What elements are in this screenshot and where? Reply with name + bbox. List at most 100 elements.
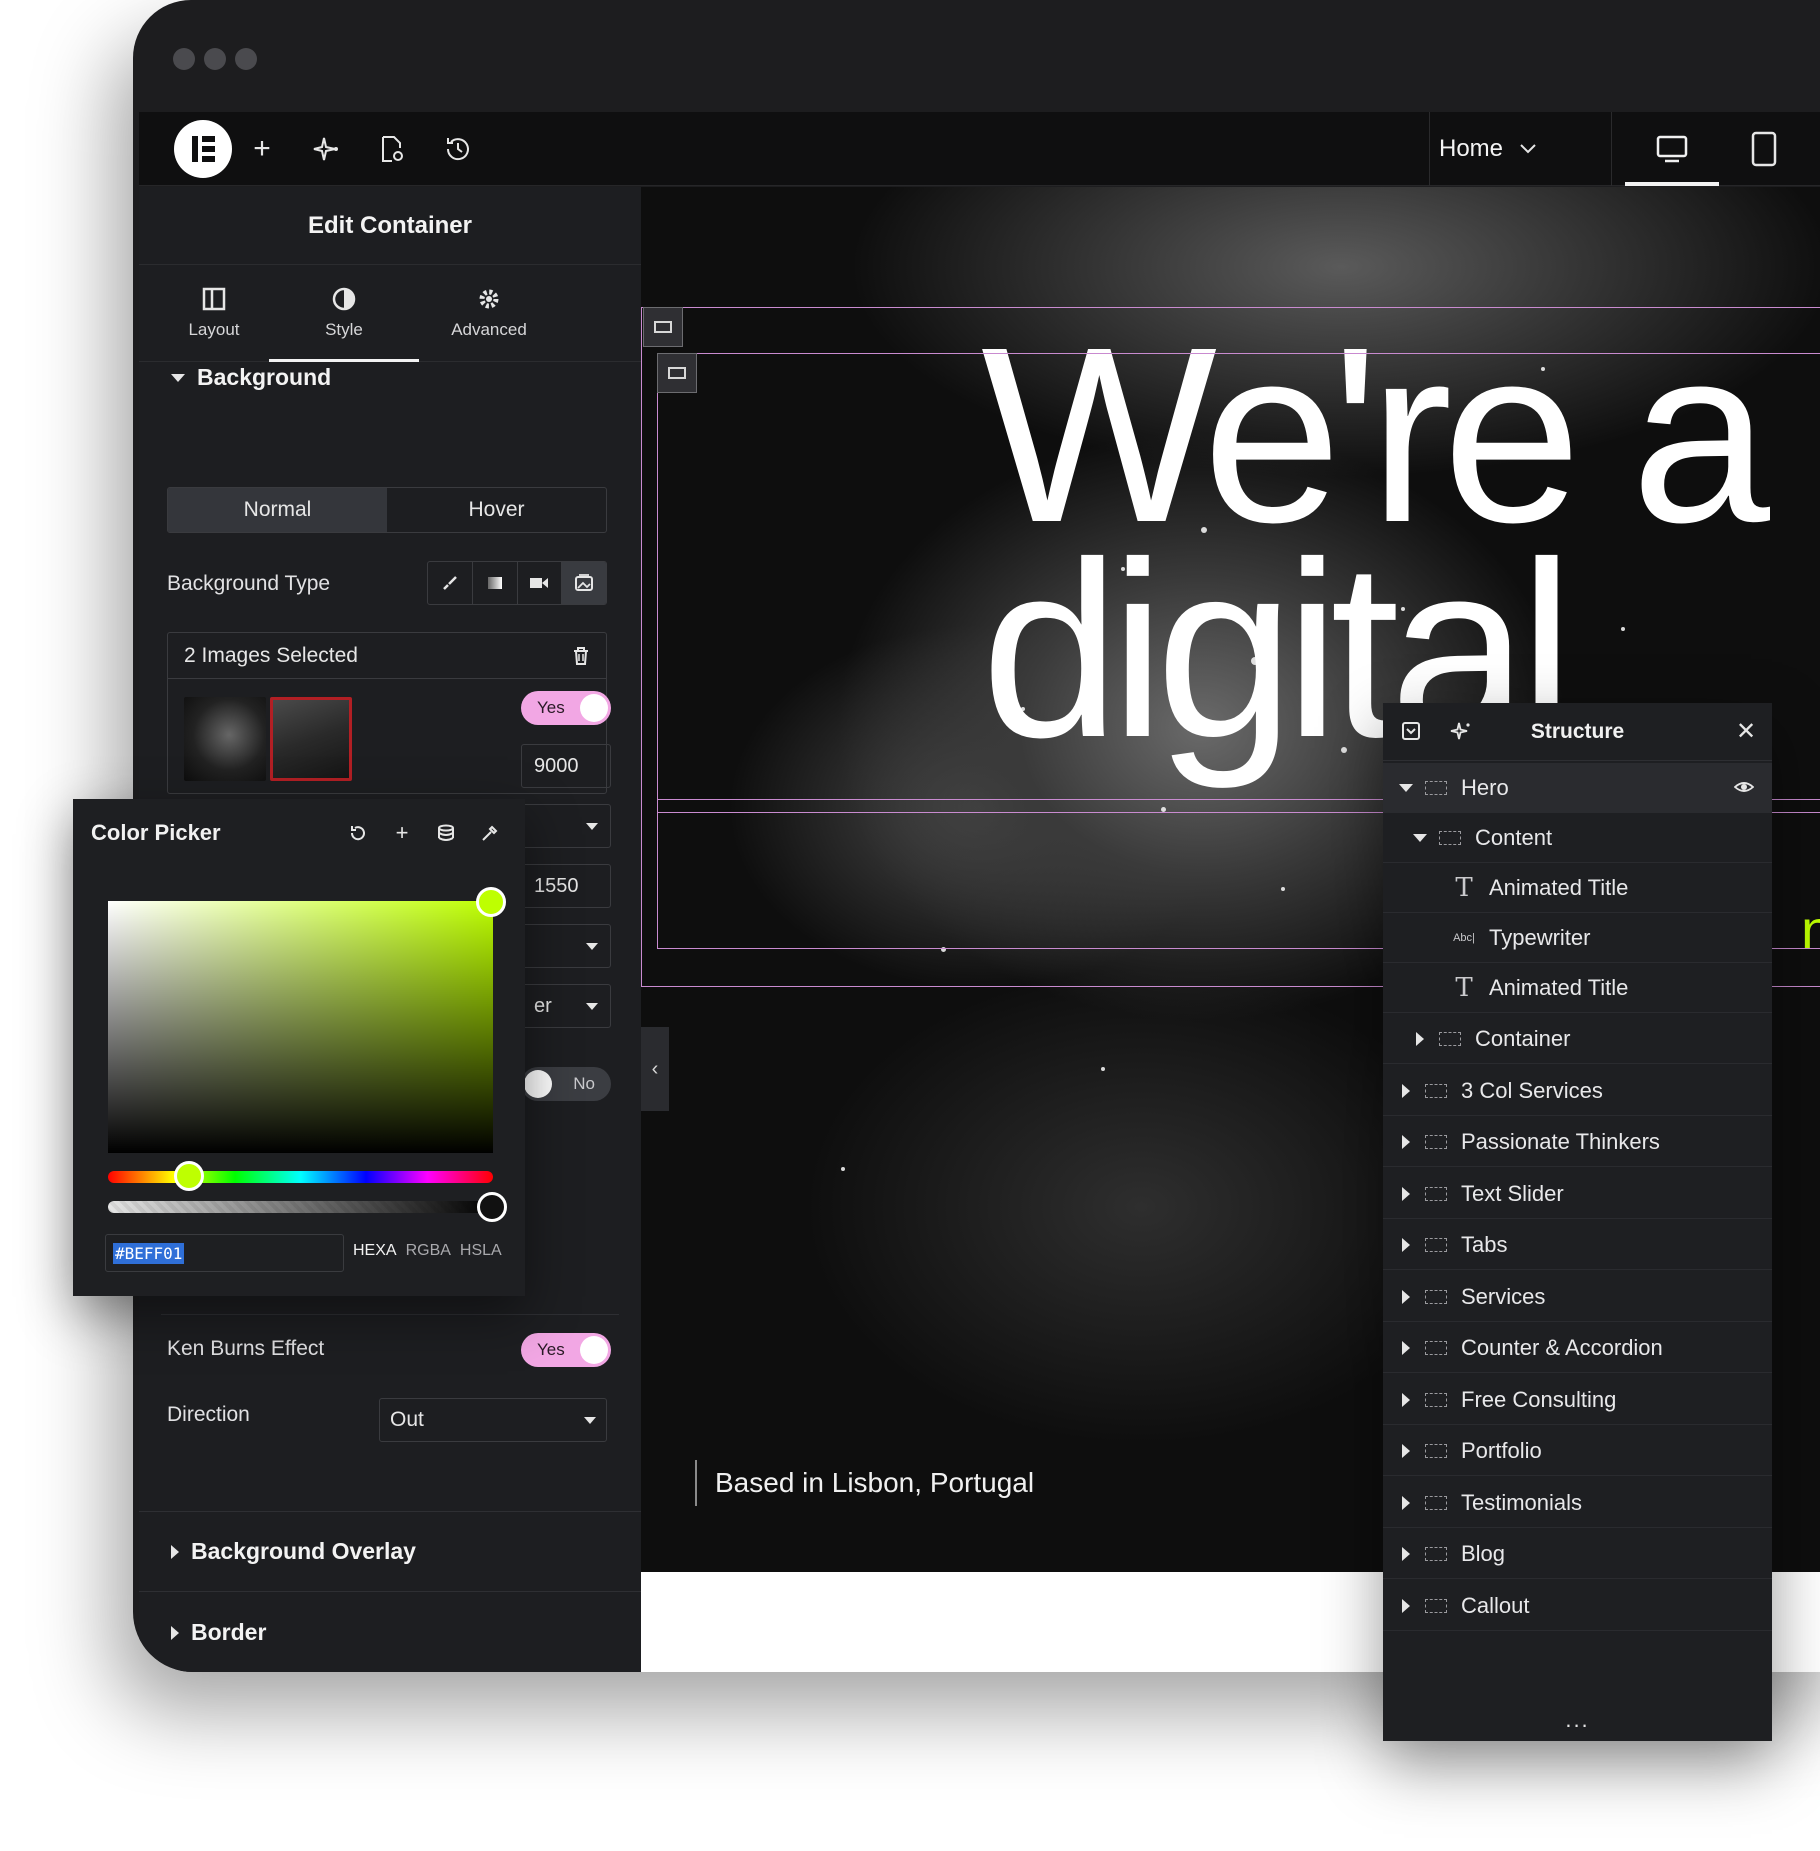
structure-item[interactable]: Text Slider — [1383, 1169, 1772, 1219]
window-dot[interactable] — [204, 48, 226, 70]
structure-item[interactable]: 3 Col Services — [1383, 1066, 1772, 1116]
image-thumbnail[interactable] — [270, 697, 352, 781]
eye-icon[interactable] — [1733, 777, 1755, 797]
gradient-icon[interactable] — [473, 562, 518, 604]
structure-item[interactable]: Container — [1383, 1014, 1772, 1064]
reset-icon[interactable] — [343, 818, 373, 848]
structure-item-label: 3 Col Services — [1461, 1077, 1603, 1103]
structure-item[interactable]: Tabs — [1383, 1220, 1772, 1270]
close-icon[interactable]: ✕ — [1732, 717, 1760, 745]
structure-item-label: Services — [1461, 1283, 1546, 1309]
number-field[interactable]: 9000 — [521, 744, 611, 788]
alpha-slider[interactable] — [108, 1201, 493, 1213]
structure-item[interactable]: Callout — [1383, 1581, 1772, 1631]
ken-burns-toggle[interactable]: Yes — [521, 1333, 611, 1367]
direction-value: Out — [390, 1408, 424, 1431]
number-field[interactable]: 1550 — [521, 864, 611, 908]
video-icon[interactable] — [518, 562, 563, 604]
hue-slider[interactable] — [108, 1171, 493, 1183]
collapse-caret-icon[interactable] — [1395, 1392, 1417, 1407]
hex-input[interactable]: #BEFF01 — [105, 1234, 344, 1272]
structure-item[interactable]: T Animated Title — [1383, 963, 1772, 1013]
structure-item[interactable]: T Animated Title — [1383, 863, 1772, 913]
slideshow-icon[interactable] — [562, 562, 606, 604]
container-icon — [1425, 1083, 1447, 1098]
desktop-view-icon[interactable] — [1625, 112, 1719, 186]
section-background[interactable]: Background — [171, 364, 331, 391]
structure-item[interactable]: Free Consulting — [1383, 1375, 1772, 1425]
collapse-all-icon[interactable] — [1397, 717, 1425, 745]
structure-item[interactable]: Content — [1383, 813, 1772, 863]
tab-style[interactable]: Style — [269, 265, 419, 362]
saturation-handle[interactable] — [476, 887, 506, 917]
collapse-caret-icon[interactable] — [1395, 1598, 1417, 1613]
page-select-dropdown[interactable]: Home — [1439, 112, 1537, 186]
expand-caret-icon[interactable] — [1395, 783, 1417, 792]
toggle-yes[interactable]: Yes — [521, 691, 611, 725]
tab-hover[interactable]: Hover — [387, 488, 606, 532]
container-handle-icon[interactable] — [657, 353, 697, 393]
window-dot[interactable] — [235, 48, 257, 70]
eyedropper-icon[interactable] — [475, 818, 505, 848]
structure-item[interactable]: Hero — [1383, 763, 1772, 813]
add-color-icon[interactable]: + — [387, 818, 417, 848]
tab-advanced[interactable]: Advanced — [414, 265, 564, 362]
collapse-caret-icon[interactable] — [1395, 1289, 1417, 1304]
structure-item[interactable]: Portfolio — [1383, 1426, 1772, 1476]
structure-item[interactable]: Abc| Typewriter — [1383, 913, 1772, 963]
select-field[interactable] — [521, 804, 611, 848]
format-hsla[interactable]: HSLA — [460, 1242, 502, 1260]
history-icon[interactable] — [435, 126, 481, 172]
structure-item[interactable]: Blog — [1383, 1529, 1772, 1579]
tablet-view-icon[interactable] — [1717, 112, 1811, 186]
elementor-logo-icon[interactable] — [174, 120, 232, 178]
window-dot[interactable] — [173, 48, 195, 70]
collapse-caret-icon[interactable] — [1395, 1546, 1417, 1561]
collapse-caret-icon[interactable] — [1395, 1134, 1417, 1149]
toggle-no[interactable]: No — [521, 1067, 611, 1101]
section-background-overlay[interactable]: Background Overlay — [171, 1538, 416, 1565]
hue-handle[interactable] — [174, 1161, 204, 1191]
select-field[interactable] — [521, 924, 611, 968]
expand-caret-icon[interactable] — [1409, 833, 1431, 842]
background-type-label: Background Type — [167, 572, 331, 595]
tab-normal[interactable]: Normal — [168, 488, 387, 532]
add-element-icon[interactable]: + — [239, 126, 285, 172]
format-hexa[interactable]: HEXA — [353, 1242, 397, 1260]
collapse-caret-icon[interactable] — [1395, 1237, 1417, 1252]
image-thumbnail[interactable] — [184, 697, 266, 781]
select-field[interactable]: er — [521, 984, 611, 1028]
caret-down-icon — [584, 1416, 596, 1424]
page-settings-icon[interactable] — [369, 126, 415, 172]
container-handle-icon[interactable] — [643, 307, 683, 347]
caret-down-icon — [586, 942, 598, 950]
structure-item-label: Typewriter — [1489, 924, 1591, 950]
global-colors-icon[interactable] — [431, 818, 461, 848]
collapse-caret-icon[interactable] — [1395, 1443, 1417, 1458]
tab-layout[interactable]: Layout — [139, 265, 289, 362]
alpha-handle[interactable] — [477, 1192, 507, 1222]
section-border[interactable]: Border — [171, 1619, 266, 1646]
direction-select[interactable]: Out — [379, 1398, 607, 1442]
ai-sparkle-icon[interactable] — [1447, 717, 1475, 745]
tab-label: Layout — [188, 320, 240, 339]
structure-item[interactable]: Passionate Thinkers — [1383, 1117, 1772, 1167]
structure-item-label: Passionate Thinkers — [1461, 1128, 1660, 1154]
collapse-panel-icon[interactable]: ‹ — [641, 1027, 669, 1111]
images-selected-text: 2 Images Selected — [184, 643, 358, 667]
collapse-caret-icon[interactable] — [1395, 1495, 1417, 1510]
ai-sparkle-icon[interactable] — [304, 126, 350, 172]
collapse-caret-icon[interactable] — [1395, 1340, 1417, 1355]
saturation-value-area[interactable] — [108, 901, 493, 1153]
collapse-caret-icon[interactable] — [1395, 1083, 1417, 1098]
structure-item[interactable]: Services — [1383, 1272, 1772, 1322]
format-rgba[interactable]: RGBA — [406, 1242, 451, 1260]
brush-icon[interactable] — [428, 562, 473, 604]
collapse-caret-icon[interactable] — [1395, 1186, 1417, 1201]
trash-icon[interactable] — [572, 646, 590, 666]
color-picker-tools: + — [343, 818, 505, 848]
structure-item[interactable]: Testimonials — [1383, 1478, 1772, 1528]
collapse-caret-icon[interactable] — [1409, 1031, 1431, 1046]
toolbar-divider — [1429, 112, 1430, 186]
structure-item[interactable]: Counter & Accordion — [1383, 1323, 1772, 1373]
